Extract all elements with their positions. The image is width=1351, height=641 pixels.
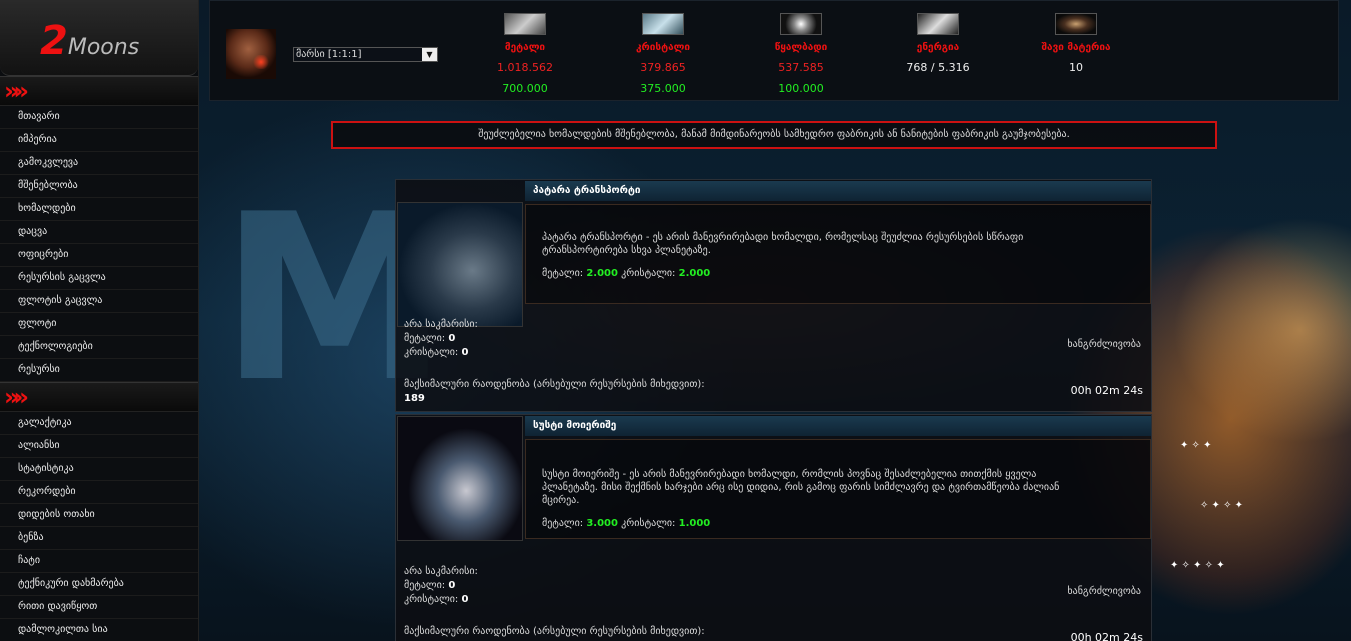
resource-dark-matter: შავი მატერია 10 xyxy=(1016,13,1136,82)
resource-production: 375.000 xyxy=(640,82,686,95)
logo-text: 2Moons xyxy=(40,18,140,64)
resource-amount: 768 / 5.316 xyxy=(906,61,970,74)
community-menu: გალაქტიკა ალიანსი სტატისტიკა რეკორდები დიდებ… xyxy=(0,412,198,641)
ship-panel-light-fighter: სუსტი მოიერიშე სუსტი მოიერიშე - ეს არის … xyxy=(395,414,1152,641)
dark-matter-icon[interactable] xyxy=(1055,13,1097,35)
resource-production: 700.000 xyxy=(502,82,548,95)
resource-name: კრისტალი xyxy=(635,42,691,53)
ship-description: პატარა ტრანსპორტი - ეს არის მანევრირებად… xyxy=(525,204,1151,304)
star-decoration: ✧ ✦ ✧ ✦ xyxy=(1200,500,1244,511)
sidebar-item[interactable]: ხომალდები xyxy=(0,198,198,221)
resource-bar: მარსი [1:1:1] ▼ მეტალი 1.018.562 700.000 კრ… xyxy=(209,0,1339,101)
deuterium-icon[interactable] xyxy=(780,13,822,35)
sidebar-item[interactable]: ტექნოლოგიები xyxy=(0,336,198,359)
sidebar-item[interactable]: გალაქტიკა xyxy=(0,412,198,435)
resource-amount: 537.585 xyxy=(778,61,824,74)
sidebar-item[interactable]: დიდების ოთახი xyxy=(0,504,198,527)
ship-cost: მეტალი: 2.000 კრისტალი: 2.000 xyxy=(542,268,711,279)
chevron-down-icon[interactable]: ▼ xyxy=(422,48,437,61)
sidebar-item[interactable]: ტექნიკური დახმარება xyxy=(0,573,198,596)
ship-panel-small-transport: პატარა ტრანსპორტი პატარა ტრანსპორტი - ეს… xyxy=(395,179,1152,412)
sidebar-item[interactable]: იმპერია xyxy=(0,129,198,152)
sidebar-item[interactable]: ბენზა xyxy=(0,527,198,550)
max-quantity: მაქსიმალური რაოდენობა (არსებული რესურსებ… xyxy=(404,379,705,404)
sidebar-item[interactable]: ფლოტის გაცვლა xyxy=(0,290,198,313)
sidebar-item[interactable]: რეკორდები xyxy=(0,481,198,504)
sidebar-item[interactable]: რესურსი xyxy=(0,359,198,382)
resource-name: ენერგია xyxy=(916,42,960,53)
resource-production: 100.000 xyxy=(778,82,824,95)
star-decoration: ✦ ✧ ✦ ✧ ✦ xyxy=(1170,560,1225,571)
crystal-icon[interactable] xyxy=(642,13,684,35)
light-fighter-image[interactable] xyxy=(397,416,523,541)
max-quantity: მაქსიმალური რაოდენობა (არსებული რესურსებ… xyxy=(404,626,705,637)
ship-requirements: არა საკმარისი: მეტალი: 0 კრისტალი: 0 ხან… xyxy=(404,319,1143,404)
ship-description: სუსტი მოიერიშე - ეს არის მანევრირებადი ხ… xyxy=(525,439,1151,539)
main-menu: მთავარი იმპერია გამოკვლევა მშენებლობა ხომალდ… xyxy=(0,106,198,382)
sidebar-item[interactable]: ალიანსი xyxy=(0,435,198,458)
sidebar-item[interactable]: დამლოკილთა სია xyxy=(0,619,198,641)
build-time: 00h 02m 24s xyxy=(1070,384,1143,397)
resource-name: მეტალი xyxy=(504,42,546,53)
duration-label: ხანგრძლივობა xyxy=(1067,586,1141,597)
sidebar-item[interactable]: დაცვა xyxy=(0,221,198,244)
resource-metal: მეტალი 1.018.562 700.000 xyxy=(465,13,585,95)
planet-image[interactable] xyxy=(226,29,276,79)
sidebar-item[interactable]: სტატისტიკა xyxy=(0,458,198,481)
energy-icon[interactable] xyxy=(917,13,959,35)
resource-amount: 10 xyxy=(1069,61,1083,74)
resource-deuterium: წყალბადი 537.585 100.000 xyxy=(741,13,861,95)
build-time: 00h 02m 24s xyxy=(1070,631,1143,641)
construction-notice: შეუძლებელია ხომალდების მშენებლობა, მანამ… xyxy=(331,121,1217,149)
ship-title[interactable]: პატარა ტრანსპორტი xyxy=(525,181,1151,201)
resource-crystal: კრისტალი 379.865 375.000 xyxy=(603,13,723,95)
section-header-main: »» xyxy=(0,76,198,106)
resource-name: შავი მატერია xyxy=(1041,42,1111,53)
sidebar-item[interactable]: რითი დავიწყოთ xyxy=(0,596,198,619)
sidebar-item[interactable]: მთავარი xyxy=(0,106,198,129)
resource-amount: 1.018.562 xyxy=(497,61,553,74)
planet-selector[interactable]: მარსი [1:1:1] ▼ xyxy=(293,47,438,62)
sidebar-item[interactable]: ფლოტი xyxy=(0,313,198,336)
sidebar-item[interactable]: გამოკვლევა xyxy=(0,152,198,175)
star-decoration: ✦ ✧ ✦ xyxy=(1180,440,1212,451)
ship-requirements: არა საკმარისი: მეტალი: 0 კრისტალი: 0 ხან… xyxy=(396,555,1151,641)
resource-energy: ენერგია 768 / 5.316 xyxy=(878,13,998,82)
resource-name: წყალბადი xyxy=(774,42,828,53)
sidebar-item[interactable]: ჩატი xyxy=(0,550,198,573)
sidebar-item[interactable]: რესურსის გაცვლა xyxy=(0,267,198,290)
metal-icon[interactable] xyxy=(504,13,546,35)
sidebar-item[interactable]: ოფიცრები xyxy=(0,244,198,267)
duration-label: ხანგრძლივობა xyxy=(1067,339,1141,350)
game-logo[interactable]: 2Moons xyxy=(0,0,198,76)
ship-cost: მეტალი: 3.000 კრისტალი: 1.000 xyxy=(542,518,711,529)
ship-title[interactable]: სუსტი მოიერიშე xyxy=(525,416,1151,436)
resource-amount: 379.865 xyxy=(640,61,686,74)
section-header-community: »» xyxy=(0,382,198,412)
sidebar: 2Moons »» მთავარი იმპერია გამოკვლევა მშენებ… xyxy=(0,0,199,641)
sidebar-item[interactable]: მშენებლობა xyxy=(0,175,198,198)
